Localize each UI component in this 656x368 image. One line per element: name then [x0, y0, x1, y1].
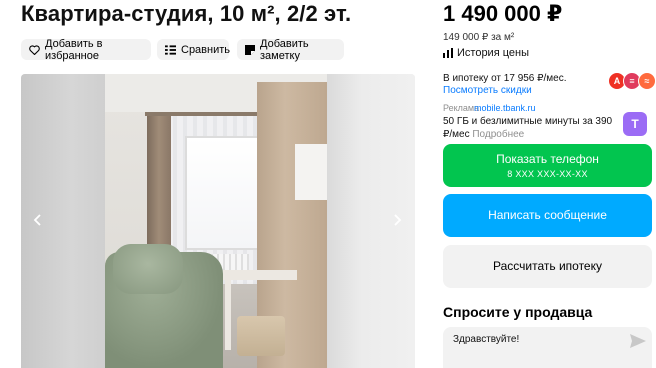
- heart-icon: [29, 44, 40, 55]
- bank-logos: А ≡ ≈: [608, 72, 656, 90]
- price-history-label: История цены: [457, 47, 529, 59]
- arrow-left-icon: [33, 214, 41, 226]
- add-to-favorites-button[interactable]: Добавить в избранное: [21, 37, 151, 62]
- show-phone-label: Показать телефон: [496, 152, 599, 166]
- seller-message-input[interactable]: Здравствуйте!: [443, 327, 652, 368]
- listing-title: Квартира-студия, 10 м², 2/2 эт.: [21, 1, 352, 26]
- add-note-button[interactable]: Добавить заметку: [237, 37, 344, 62]
- note-label: Добавить заметку: [260, 37, 309, 62]
- photo-sofa-pillow: [113, 244, 183, 294]
- price: 1 490 000 ₽: [443, 1, 563, 26]
- price-history-link[interactable]: История цены: [443, 47, 529, 59]
- photo-desk-leg: [225, 280, 231, 350]
- ad-more-link[interactable]: Подробнее: [472, 129, 524, 140]
- ad-link[interactable]: mobile.tbank.ru: [474, 103, 536, 113]
- bank-logo-2-icon: ≈: [638, 72, 656, 90]
- gallery-prev-button[interactable]: [27, 210, 47, 230]
- ask-seller-title: Спросите у продавца: [443, 304, 593, 320]
- compare-icon: [165, 44, 176, 55]
- photo-gallery[interactable]: [21, 74, 415, 368]
- photo-desk: [223, 270, 297, 280]
- show-phone-button[interactable]: Показать телефон 8 XXX XXX-XX-XX: [443, 144, 652, 187]
- photo-chair: [237, 316, 285, 356]
- gallery-next-button[interactable]: [388, 210, 408, 230]
- compare-button[interactable]: Сравнить: [157, 39, 231, 60]
- tbank-icon: T: [623, 112, 647, 136]
- photo-window: [185, 136, 259, 250]
- mortgage-offer: В ипотеку от 17 956 ₽/мес.: [443, 73, 567, 84]
- photo-shelf-cabinet: [295, 144, 327, 200]
- arrow-right-icon: [394, 214, 402, 226]
- write-message-button[interactable]: Написать сообщение: [443, 194, 652, 237]
- photo-curtain-rod: [145, 112, 265, 116]
- favorites-label: Добавить в избранное: [45, 37, 103, 62]
- calculate-mortgage-button[interactable]: Рассчитать ипотеку: [443, 245, 652, 288]
- note-icon: [245, 44, 255, 55]
- ad-text[interactable]: 50 ГБ и безлимитные минуты за 390 ₽/мес …: [443, 115, 613, 141]
- listing-photo[interactable]: [105, 74, 327, 368]
- chart-icon: [443, 48, 453, 58]
- mortgage-discounts-link[interactable]: Посмотреть скидки: [443, 85, 532, 96]
- ad-description: 50 ГБ и безлимитные минуты за 390 ₽/мес: [443, 116, 613, 140]
- price-per-meter: 149 000 ₽ за м²: [443, 32, 515, 43]
- compare-label: Сравнить: [181, 43, 231, 56]
- phone-number-masked: 8 XXX XXX-XX-XX: [507, 169, 588, 179]
- send-icon[interactable]: [630, 334, 646, 348]
